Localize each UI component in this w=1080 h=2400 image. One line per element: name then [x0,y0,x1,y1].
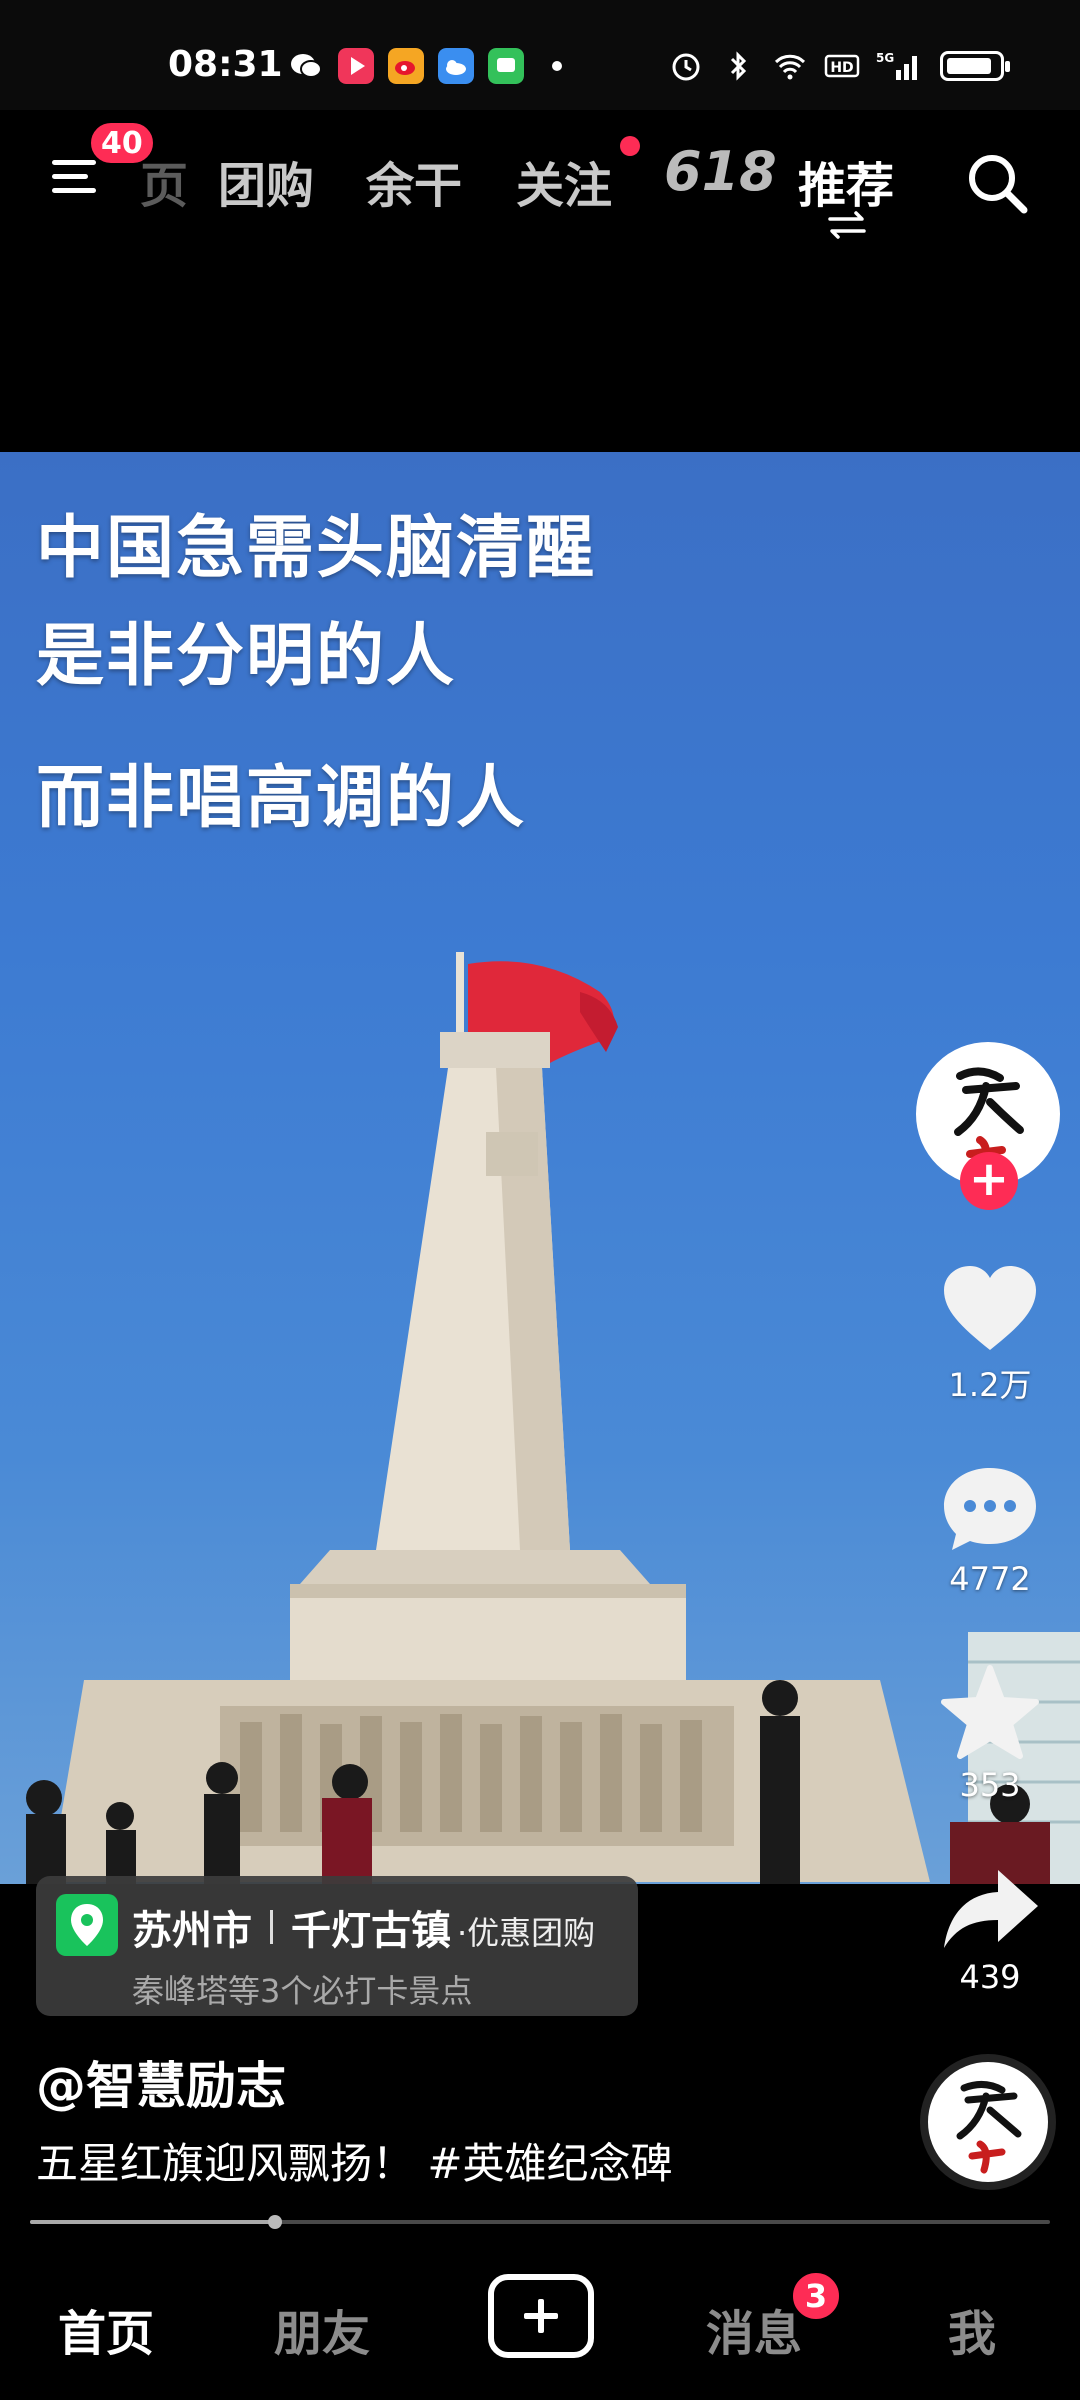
comment-icon [944,1468,1036,1550]
tab-yugan[interactable]: 余干 [366,146,462,216]
comment-button[interactable]: 4772 [930,1464,1050,1598]
heart-icon [944,1266,1036,1350]
tab-following[interactable]: 关注 [516,146,612,216]
status-notification-icons [288,48,562,84]
bluetooth-icon [730,51,747,81]
bottom-nav: 首页 朋友 消息 3 我 [0,2240,1080,2400]
messages-badge: 3 [790,2270,842,2322]
location-spot: 千灯古镇 [291,1908,451,1954]
wifi-icon [774,54,806,80]
menu-line [52,160,96,165]
menu-line [52,174,88,179]
nav-me[interactable]: 我 [948,2294,996,2364]
location-card[interactable]: 苏州市 千灯古镇 ·优惠团购 秦峰塔等3个必打卡景点 [36,1876,638,2016]
follow-plus-button[interactable]: + [960,1152,1018,1210]
status-bar: 08:31 HD 5G [0,0,1080,110]
battery-icon [940,51,1010,81]
caption-line-3: 而非唱高调的人 [36,759,527,838]
menu-line [52,188,96,193]
share-button[interactable]: 439 [930,1866,1050,1996]
location-deal: ·优惠团购 [457,1914,596,1952]
tab-group-buy[interactable]: 团购 [218,146,314,216]
like-button[interactable]: 1.2万 [930,1264,1050,1406]
share-count: 439 [959,1958,1021,1996]
progress-knob[interactable] [267,2215,282,2229]
svg-text:5G: 5G [876,51,894,65]
weibo-icon [388,48,424,84]
status-time: 08:31 [168,44,283,85]
music-disc-logo [956,2081,1022,2174]
nav-messages[interactable]: 消息 [706,2294,802,2364]
svg-text:HD: HD [830,60,853,76]
top-nav: 40 页 团购 余干 关注 618 推荐 [0,110,1080,250]
tab-partial[interactable]: 页 [140,146,188,216]
progress-fill [30,2220,275,2224]
location-subtitle: 秦峰塔等3个必打卡景点 [132,1972,473,2010]
video-progress-bar[interactable] [30,2215,1050,2229]
nav-friends[interactable]: 朋友 [274,2294,370,2364]
star-icon [941,1665,1039,1759]
weather-icon [438,48,474,84]
tab-recommend[interactable]: 推荐 [798,146,894,216]
search-icon[interactable] [962,148,1032,218]
hd-icon: HD [824,54,860,78]
like-count: 1.2万 [948,1366,1032,1404]
following-new-dot [620,136,640,156]
location-title: 苏州市 千灯古镇 ·优惠团购 [132,1898,595,1956]
favorite-button[interactable]: 353 [930,1664,1050,1804]
music-disc[interactable] [920,2054,1056,2190]
alarm-icon [672,53,700,81]
caption-line-2: 是非分明的人 [36,617,457,696]
location-city: 苏州市 [132,1908,252,1954]
location-divider [270,1910,273,1944]
create-plus-button[interactable] [488,2274,594,2358]
comment-count: 4772 [949,1560,1031,1598]
nav-home[interactable]: 首页 [58,2294,154,2364]
share-arrow-icon [944,1870,1038,1948]
wechat-icon [291,54,322,78]
post-description[interactable]: 五星红旗迎风飘扬！ #英雄纪念碑 [36,2130,673,2191]
switch-arrows-icon [828,211,866,239]
location-pin-icon [56,1894,118,1956]
video-player[interactable]: 中国急需头脑清醒 是非分明的人 而非唱高调的人 [0,452,1080,1884]
caption-line-1: 中国急需头脑清醒 [36,509,597,588]
system-status-icons: HD 5G [668,48,1010,84]
signal-icon: 5G [876,51,917,80]
video-app-icon [338,48,374,84]
tab-618[interactable]: 618 [664,140,777,203]
author-name[interactable]: @智慧励志 [36,2046,286,2118]
more-notifications-dot [552,61,562,71]
messages-icon [488,48,524,84]
favorite-count: 353 [959,1766,1021,1804]
